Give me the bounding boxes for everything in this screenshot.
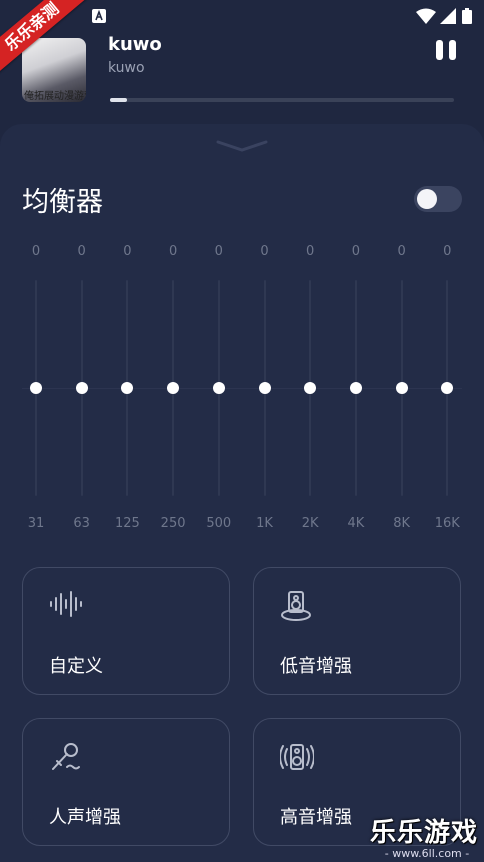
- eq-band-63[interactable]: 0 63: [62, 234, 102, 534]
- speaker-icon: [280, 590, 312, 626]
- battery-icon: [462, 8, 472, 28]
- eq-band-frequency: 250: [160, 516, 186, 531]
- eq-band-value: 0: [31, 244, 41, 259]
- eq-band-31[interactable]: 0 31: [16, 234, 56, 534]
- eq-band-frequency: 16K: [434, 516, 460, 531]
- eq-band-value: 0: [214, 244, 223, 259]
- watermark-url: - www.6ll.com -: [384, 847, 470, 860]
- eq-band-frequency: 125: [114, 516, 140, 531]
- eq-slider-knob[interactable]: [258, 382, 271, 394]
- eq-band-frequency: 500: [206, 516, 232, 531]
- cellular-signal-icon: [440, 8, 456, 28]
- playback-progress[interactable]: [110, 98, 454, 102]
- microphone-icon: [49, 741, 81, 777]
- preset-label: 高音增强: [280, 807, 352, 828]
- preset-label: 人声增强: [49, 807, 121, 828]
- eq-band-value: 0: [351, 244, 361, 259]
- toggle-knob: [417, 189, 437, 209]
- eq-slider-knob[interactable]: [167, 382, 180, 394]
- preset-bass-boost-card[interactable]: 低音增强: [253, 567, 461, 695]
- progress-fill: [110, 98, 128, 102]
- eq-slider-knob[interactable]: [304, 382, 317, 394]
- eq-band-frequency: 31: [27, 516, 45, 531]
- eq-band-frequency: 1K: [256, 516, 273, 531]
- eq-band-4k[interactable]: 0 4K: [336, 234, 376, 534]
- equalizer-bands: 0 31 0 63 0 125 0 250 0 500 0 1K 0 2K 0 4K 0 8K 0 16K: [0, 234, 484, 534]
- wifi-icon: [416, 8, 436, 28]
- collapse-chevron-icon[interactable]: [216, 138, 268, 157]
- preset-vocal-boost-card[interactable]: 人声增强: [22, 718, 230, 846]
- preset-custom-card[interactable]: 自定义: [22, 567, 230, 695]
- eq-band-value: 0: [397, 244, 406, 259]
- eq-band-value: 0: [443, 244, 452, 259]
- album-cover[interactable]: 俺拓展动漫游戏: [22, 38, 86, 102]
- song-artist: kuwo: [108, 60, 145, 76]
- eq-slider-knob[interactable]: [349, 382, 362, 394]
- cover-text: 俺拓展动漫游戏: [24, 91, 86, 102]
- eq-band-frequency: 2K: [301, 516, 319, 531]
- eq-band-frequency: 63: [73, 516, 90, 531]
- eq-band-16k[interactable]: 0 16K: [427, 234, 467, 534]
- eq-band-value: 0: [168, 244, 178, 259]
- equalizer-sheet: 均衡器 0 31 0 63 0 125 0 250 0 500 0 1K 0 2K 0 4K 0 8K 0 16K 自…: [0, 124, 484, 862]
- song-title: kuwo: [108, 34, 162, 55]
- eq-band-500[interactable]: 0 500: [199, 234, 239, 534]
- equalizer-toggle[interactable]: [414, 186, 462, 212]
- eq-slider-knob[interactable]: [30, 382, 42, 394]
- eq-band-value: 0: [306, 244, 315, 259]
- eq-band-125[interactable]: 0 125: [107, 234, 147, 534]
- eq-slider-knob[interactable]: [75, 382, 88, 394]
- pause-button[interactable]: [432, 40, 462, 66]
- equalizer-title: 均衡器: [22, 187, 103, 218]
- eq-band-1k[interactable]: 0 1K: [245, 234, 285, 534]
- a-notification-icon: [92, 8, 106, 27]
- eq-band-frequency: 8K: [393, 516, 410, 531]
- preset-label: 自定义: [49, 656, 103, 677]
- preset-label: 低音增强: [280, 656, 352, 677]
- waveform-icon: [49, 590, 83, 622]
- eq-band-value: 0: [260, 244, 269, 259]
- eq-slider-knob[interactable]: [212, 382, 225, 394]
- eq-slider-knob[interactable]: [395, 382, 408, 394]
- eq-slider-knob[interactable]: [121, 382, 134, 394]
- tweeter-icon: [279, 741, 315, 777]
- eq-band-frequency: 4K: [347, 516, 365, 531]
- eq-slider-knob[interactable]: [441, 382, 454, 394]
- mini-player[interactable]: 俺拓展动漫游戏 kuwo kuwo: [0, 30, 484, 122]
- eq-band-8k[interactable]: 0 8K: [382, 234, 422, 534]
- eq-band-250[interactable]: 0 250: [153, 234, 193, 534]
- watermark: 乐乐游戏 - www.6ll.com -: [370, 812, 484, 862]
- eq-band-2k[interactable]: 0 2K: [290, 234, 330, 534]
- watermark-title: 乐乐游戏: [370, 818, 479, 848]
- eq-band-value: 0: [123, 244, 132, 259]
- pause-icon: [436, 40, 443, 60]
- eq-band-value: 0: [77, 244, 86, 259]
